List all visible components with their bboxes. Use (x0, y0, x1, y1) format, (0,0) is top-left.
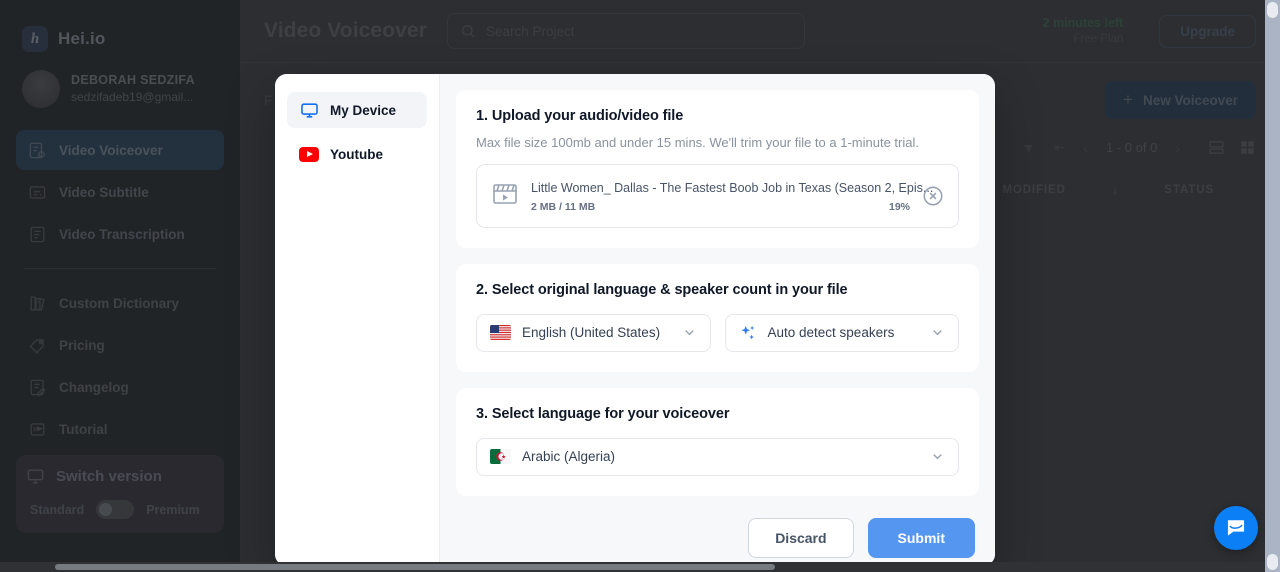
video-file-icon (491, 180, 519, 208)
vertical-scrollbar[interactable] (1265, 0, 1280, 572)
chevron-down-icon (930, 325, 945, 340)
uploaded-file-meta: 2 MB / 11 MB 19% (531, 201, 910, 213)
remove-file-button[interactable] (922, 185, 944, 207)
source-tab-my-device[interactable]: My Device (287, 92, 427, 128)
dz-flag-icon (490, 449, 511, 464)
us-flag-icon (490, 325, 511, 340)
step-3-controls: Arabic (Algeria) (476, 437, 959, 476)
voiceover-language-select[interactable]: Arabic (Algeria) (476, 437, 959, 476)
modal-source-list: My Device Youtube (275, 74, 440, 566)
step-3-card: 3. Select language for your voiceover Ar… (456, 387, 979, 496)
original-language-select[interactable]: English (United States) (476, 313, 711, 352)
uploaded-file-size: 2 MB / 11 MB (531, 200, 596, 213)
uploaded-file-row: Little Women_ Dallas - The Fastest Boob … (491, 179, 944, 213)
modal-body: 1. Upload your audio/video file Max file… (440, 74, 995, 566)
source-tab-label: Youtube (330, 146, 383, 162)
sparkles-icon (739, 324, 757, 342)
chevron-down-icon (930, 449, 945, 464)
voiceover-language-value: Arabic (Algeria) (522, 449, 616, 464)
scrollbar-thumb-bottom[interactable] (1267, 554, 1278, 570)
uploaded-file-box: Little Women_ Dallas - The Fastest Boob … (476, 164, 959, 228)
original-language-value: English (United States) (522, 325, 661, 340)
chat-launcher-button[interactable] (1214, 506, 1258, 550)
modal-footer: Discard Submit (456, 512, 979, 558)
step-2-title: 2. Select original language & speaker co… (476, 281, 848, 298)
scrollbar-thumb[interactable] (55, 564, 775, 570)
scrollbar-thumb-top[interactable] (1267, 2, 1278, 18)
step-3-title: 3. Select language for your voiceover (476, 405, 730, 422)
screen: h Hei.io DEBORAH SEDZIFA sedzifadeb19@gm… (0, 0, 1280, 572)
speaker-count-value: Auto detect speakers (767, 325, 895, 340)
upload-percent-label: 19% (888, 200, 910, 213)
step-1-title: 1. Upload your audio/video file (476, 108, 684, 124)
source-tab-label: My Device (330, 102, 397, 118)
discard-button[interactable]: Discard (748, 517, 854, 558)
step-2-controls: English (United States) Auto detect spea… (476, 313, 959, 352)
submit-button[interactable]: Submit (867, 517, 975, 558)
speaker-count-select[interactable]: Auto detect speakers (724, 313, 959, 352)
chevron-down-icon (682, 325, 697, 340)
horizontal-scrollbar[interactable] (0, 562, 1265, 572)
source-tab-youtube[interactable]: Youtube (287, 136, 427, 172)
step-1-card: 1. Upload your audio/video file Max file… (456, 90, 979, 248)
step-1-subtitle: Max file size 100mb and under 15 mins. W… (476, 135, 919, 150)
uploaded-file-name: Little Women_ Dallas - The Fastest Boob … (531, 181, 934, 195)
step-2-card: 2. Select original language & speaker co… (456, 263, 979, 372)
chat-smile-icon (1229, 524, 1243, 529)
youtube-icon (299, 144, 319, 164)
uploaded-file-info: Little Women_ Dallas - The Fastest Boob … (531, 179, 933, 213)
upload-modal: My Device Youtube 1. Upload your audio/v… (275, 74, 995, 566)
monitor-icon (299, 100, 319, 120)
